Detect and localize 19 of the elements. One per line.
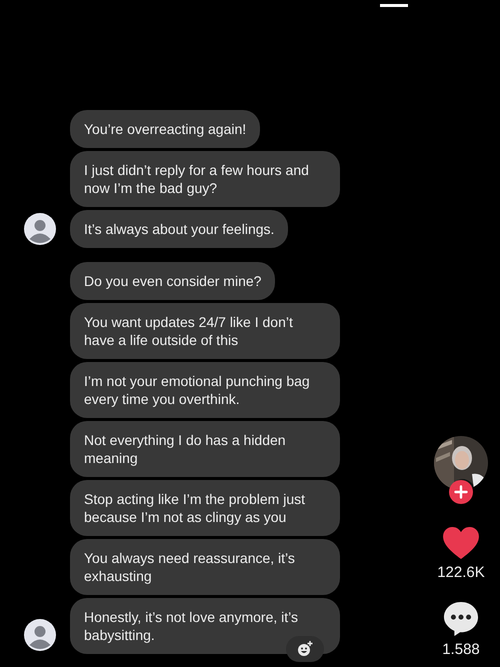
- like-heart-icon[interactable]: [442, 526, 480, 560]
- page-indicator: [380, 4, 408, 7]
- message-bubble: You always need reassurance, it’s exhausting: [70, 539, 340, 595]
- message-bubble: You’re overreacting again!: [70, 110, 260, 148]
- avatar-icon: [24, 213, 56, 245]
- message-bubble: Not everything I do has a hidden meaning: [70, 421, 340, 477]
- message-bubble: I just didn’t reply for a few hours and now I’m the bad guy?: [70, 151, 340, 207]
- avatar-icon: [24, 619, 56, 651]
- message-bubble: It’s always about your feelings.: [70, 210, 288, 248]
- like-count: 122.6K: [437, 564, 485, 581]
- comment-icon[interactable]: [443, 601, 479, 637]
- message-bubble: Honestly, it’s not love anymore, it’s babysitting.: [70, 598, 340, 654]
- message-bubble: You want updates 24/7 like I don’t have a life outside of this: [70, 303, 340, 359]
- add-reaction-icon[interactable]: [286, 636, 324, 662]
- message-bubble: I’m not your emotional punching bag every time you overthink.: [70, 362, 340, 418]
- comment-count: 1.588: [442, 641, 480, 658]
- message-bubble: Do you even consider mine?: [70, 262, 276, 300]
- follow-plus-icon[interactable]: [449, 480, 473, 504]
- message-bubble: Stop acting like I’m the problem just because I’m not as clingy as you: [70, 480, 340, 536]
